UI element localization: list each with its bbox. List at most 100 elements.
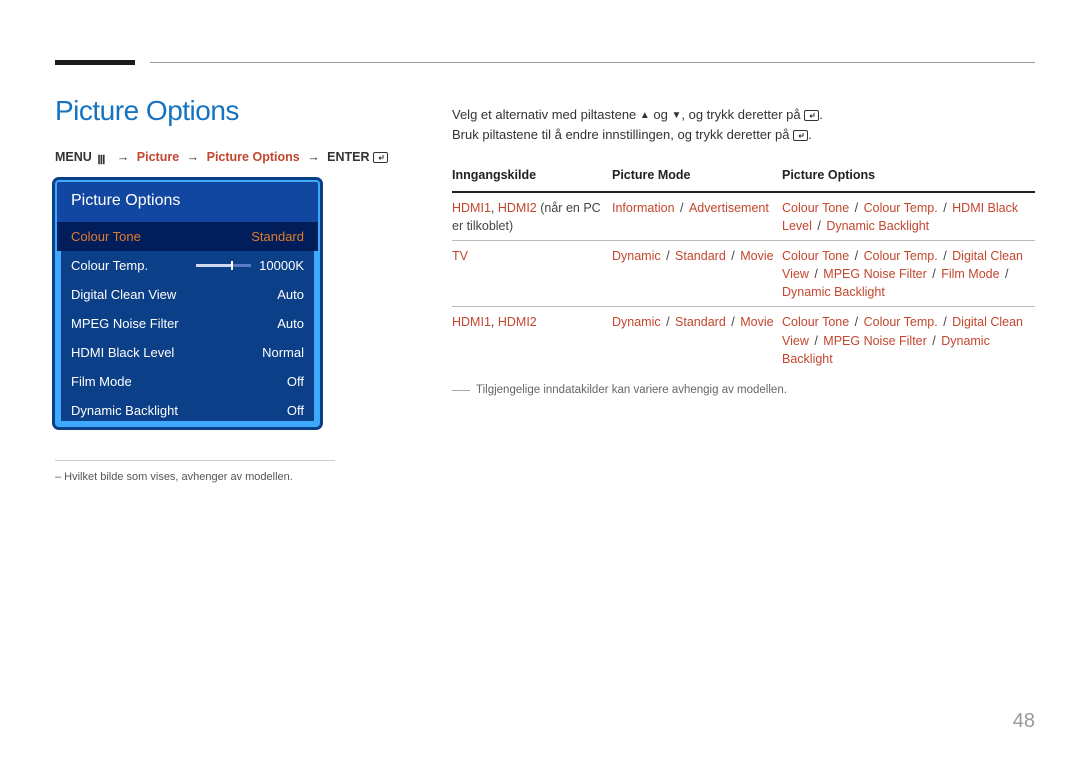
source-name: TV (452, 249, 468, 263)
osd-panel: Picture Options Colour ToneStandardColou… (55, 180, 320, 427)
osd-row-value: Standard (251, 229, 304, 244)
option-name: Dynamic Backlight (782, 285, 885, 299)
separator: / (814, 219, 824, 233)
osd-row-value: Off (287, 374, 304, 389)
option-name: Colour Temp. (864, 201, 938, 215)
cell-input-source: TV (452, 247, 612, 301)
option-name: MPEG Noise Filter (823, 267, 927, 281)
compat-table: Inngangskilde Picture Mode Picture Optio… (452, 166, 1035, 399)
separator: , (491, 201, 498, 215)
instruction-line-2: Bruk piltastene til å endre innstillinge… (452, 125, 1035, 145)
mode-name: Movie (740, 249, 773, 263)
separator: / (811, 334, 821, 348)
table-row: TV Dynamic / Standard / MovieColour Tone … (452, 247, 1035, 301)
separator: / (851, 315, 861, 329)
col-header-options: Picture Options (782, 166, 1035, 185)
option-name: Dynamic Backlight (826, 219, 929, 233)
osd-row[interactable]: Colour ToneStandard (57, 222, 318, 251)
separator: / (811, 267, 821, 281)
separator: / (929, 334, 939, 348)
osd-row-value: Normal (262, 345, 304, 360)
source-name: HDMI2 (498, 201, 537, 215)
cell-picture-options: Colour Tone / Colour Temp. / Digital Cle… (782, 247, 1035, 301)
down-triangle-icon: ▼ (671, 108, 681, 123)
table-footnote: Tilgjengelige inndatakilder kan variere … (452, 382, 1035, 399)
col-header-input: Inngangskilde (452, 166, 612, 185)
mode-name: Dynamic (612, 315, 661, 329)
source-name: HDMI2 (498, 315, 537, 329)
footnote-dash-icon (452, 390, 470, 399)
breadcrumb-picture: Picture (137, 150, 179, 164)
osd-row-label: Film Mode (71, 374, 132, 389)
separator: / (851, 201, 861, 215)
mode-name: Movie (740, 315, 773, 329)
osd-title: Picture Options (57, 182, 318, 222)
header-divider (150, 62, 1035, 63)
osd-row[interactable]: Colour Temp. 10000K (57, 251, 318, 280)
osd-row[interactable]: Digital Clean View Auto (57, 280, 318, 309)
instr-text: Bruk piltastene til å endre innstillinge… (452, 127, 793, 142)
osd-row-label: HDMI Black Level (71, 345, 174, 360)
breadcrumb: MENU → Picture → Picture Options → ENTER (55, 150, 388, 164)
page-number: 48 (1013, 710, 1035, 733)
table-rule (452, 240, 1035, 241)
cell-picture-mode: Information / Advertisement (612, 199, 782, 235)
instr-text: Velg et alternativ med piltastene (452, 107, 640, 122)
mode-name: Dynamic (612, 249, 661, 263)
option-name: Film Mode (941, 267, 999, 281)
source-name: HDMI1 (452, 315, 491, 329)
separator: / (940, 315, 950, 329)
separator: / (728, 249, 738, 263)
header-accent-bar (55, 60, 135, 65)
separator: / (728, 315, 738, 329)
mode-name: Advertisement (689, 201, 769, 215)
osd-row-value: 10000K (196, 258, 304, 273)
separator: / (851, 249, 861, 263)
osd-row-label: Digital Clean View (71, 287, 176, 302)
breadcrumb-enter: ENTER (327, 150, 369, 164)
enter-icon (373, 150, 388, 164)
source-name: HDMI1 (452, 201, 491, 215)
option-name: Colour Tone (782, 315, 849, 329)
instr-text: og (650, 107, 672, 122)
menu-grid-icon (97, 153, 109, 163)
instr-text: , og trykk deretter på (681, 107, 804, 122)
mode-name: Information (612, 201, 675, 215)
separator: / (940, 201, 950, 215)
arrow-icon: → (117, 150, 130, 164)
slider-knob-icon (231, 261, 233, 270)
separator: / (677, 201, 687, 215)
osd-row[interactable]: MPEG Noise Filter Auto (57, 309, 318, 338)
osd-footnote: – Hvilket bilde som vises, avhenger av m… (55, 460, 335, 483)
option-name: Colour Temp. (864, 249, 938, 263)
table-rule (452, 306, 1035, 307)
osd-row-label: Colour Temp. (71, 258, 148, 273)
osd-row-label: MPEG Noise Filter (71, 316, 179, 331)
instr-text: . (808, 127, 812, 142)
arrow-icon: → (307, 150, 320, 164)
breadcrumb-picture-options: Picture Options (207, 150, 300, 164)
breadcrumb-menu: MENU (55, 150, 92, 164)
right-column: Velg et alternativ med piltastene ▲ og ▼… (452, 105, 1035, 399)
slider-track[interactable] (196, 264, 251, 267)
cell-picture-mode: Dynamic / Standard / Movie (612, 247, 782, 301)
separator: / (663, 249, 673, 263)
enter-icon (804, 107, 819, 122)
separator: / (940, 249, 950, 263)
instruction-line-1: Velg et alternativ med piltastene ▲ og ▼… (452, 105, 1035, 125)
arrow-icon: → (187, 150, 200, 164)
up-triangle-icon: ▲ (640, 108, 650, 123)
page-title: Picture Options (55, 95, 239, 127)
osd-row[interactable]: HDMI Black Level Normal (57, 338, 318, 367)
osd-row-value: Auto (277, 316, 304, 331)
osd-row-value: Off (287, 403, 304, 418)
osd-row[interactable]: Dynamic Backlight Off (57, 396, 318, 425)
table-header-row: Inngangskilde Picture Mode Picture Optio… (452, 166, 1035, 191)
osd-row-value: Auto (277, 287, 304, 302)
osd-row-label: Dynamic Backlight (71, 403, 178, 418)
osd-row[interactable]: Film Mode Off (57, 367, 318, 396)
option-name: Colour Temp. (864, 315, 938, 329)
instr-text: . (819, 107, 823, 122)
separator: / (929, 267, 939, 281)
separator: / (663, 315, 673, 329)
